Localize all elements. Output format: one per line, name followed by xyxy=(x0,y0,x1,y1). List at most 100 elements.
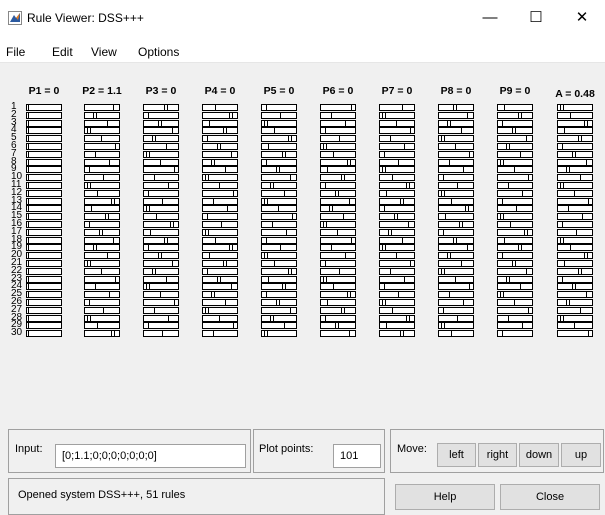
rule-cell[interactable] xyxy=(143,228,179,236)
rule-cell[interactable] xyxy=(84,205,120,213)
rule-cell[interactable] xyxy=(261,135,297,143)
rule-cell[interactable] xyxy=(26,283,62,291)
help-button[interactable]: Help xyxy=(395,484,495,510)
rule-cell[interactable] xyxy=(261,252,297,260)
rule-cell[interactable] xyxy=(557,306,593,314)
rule-cell[interactable] xyxy=(84,322,120,330)
rule-cell[interactable] xyxy=(84,127,120,135)
rule-cell[interactable] xyxy=(202,182,238,189)
maximize-button[interactable]: ☐ xyxy=(513,0,559,34)
rule-cell[interactable] xyxy=(202,252,238,260)
rule-cell[interactable] xyxy=(320,189,356,197)
rule-cell[interactable] xyxy=(320,306,356,314)
rule-cell[interactable] xyxy=(84,197,120,205)
rule-cell[interactable] xyxy=(26,143,62,150)
rule-cell[interactable] xyxy=(143,291,179,299)
rule-cell[interactable] xyxy=(557,182,593,189)
rule-cell[interactable] xyxy=(438,330,474,338)
rule-cell[interactable] xyxy=(497,267,533,275)
rule-cell[interactable] xyxy=(143,314,179,322)
rule-cell[interactable] xyxy=(26,228,62,236)
rule-cell[interactable] xyxy=(379,119,415,127)
rule-cell[interactable] xyxy=(26,166,62,174)
rule-cell[interactable] xyxy=(26,119,62,127)
rule-cell[interactable] xyxy=(497,182,533,189)
rule-cell[interactable] xyxy=(557,299,593,306)
rule-cell[interactable] xyxy=(320,166,356,174)
rule-cell[interactable] xyxy=(438,127,474,135)
rule-cell[interactable] xyxy=(557,127,593,135)
rule-cell[interactable] xyxy=(438,197,474,205)
rule-cell[interactable] xyxy=(84,244,120,252)
rule-cell[interactable] xyxy=(379,221,415,228)
rule-cell[interactable] xyxy=(26,275,62,283)
rule-cell[interactable] xyxy=(379,205,415,213)
rule-cell[interactable] xyxy=(143,260,179,267)
rule-cell[interactable] xyxy=(143,221,179,228)
rule-cell[interactable] xyxy=(261,182,297,189)
rule-cell[interactable] xyxy=(143,135,179,143)
rule-cell[interactable] xyxy=(202,275,238,283)
rule-cell[interactable] xyxy=(84,213,120,221)
rule-cell[interactable] xyxy=(202,104,238,111)
rule-cell[interactable] xyxy=(497,322,533,330)
rule-cell[interactable] xyxy=(202,244,238,252)
rule-cell[interactable] xyxy=(438,213,474,221)
rule-cell[interactable] xyxy=(557,283,593,291)
rule-cell[interactable] xyxy=(320,119,356,127)
rule-cell[interactable] xyxy=(261,236,297,244)
rule-cell[interactable] xyxy=(379,174,415,182)
menu-file[interactable]: File xyxy=(6,45,25,59)
rule-cell[interactable] xyxy=(497,306,533,314)
rule-cell[interactable] xyxy=(202,314,238,322)
rule-cell[interactable] xyxy=(497,111,533,119)
rule-cell[interactable] xyxy=(202,221,238,228)
rule-cell[interactable] xyxy=(143,127,179,135)
rule-cell[interactable] xyxy=(557,228,593,236)
rule-cell[interactable] xyxy=(26,299,62,306)
minimize-button[interactable]: — xyxy=(467,0,513,34)
rule-cell[interactable] xyxy=(261,150,297,158)
rule-cell[interactable] xyxy=(497,330,533,338)
rule-cell[interactable] xyxy=(379,104,415,111)
rule-cell[interactable] xyxy=(26,182,62,189)
rule-cell[interactable] xyxy=(438,306,474,314)
rule-cell[interactable] xyxy=(557,135,593,143)
rule-cell[interactable] xyxy=(143,158,179,166)
rule-cell[interactable] xyxy=(497,174,533,182)
rule-cell[interactable] xyxy=(438,119,474,127)
rule-cell[interactable] xyxy=(379,213,415,221)
rule-cell[interactable] xyxy=(26,158,62,166)
rule-cell[interactable] xyxy=(320,244,356,252)
rule-cell[interactable] xyxy=(261,260,297,267)
rule-cell[interactable] xyxy=(143,205,179,213)
rule-cell[interactable] xyxy=(202,166,238,174)
rule-cell[interactable] xyxy=(438,260,474,267)
rule-cell[interactable] xyxy=(320,275,356,283)
rule-cell[interactable] xyxy=(143,213,179,221)
rule-cell[interactable] xyxy=(202,267,238,275)
rule-cell[interactable] xyxy=(26,244,62,252)
rule-cell[interactable] xyxy=(320,143,356,150)
rule-cell[interactable] xyxy=(143,150,179,158)
rule-cell[interactable] xyxy=(202,135,238,143)
rule-cell[interactable] xyxy=(320,299,356,306)
rule-cell[interactable] xyxy=(26,150,62,158)
rule-cell[interactable] xyxy=(557,267,593,275)
rule-cell[interactable] xyxy=(320,252,356,260)
rule-cell[interactable] xyxy=(379,244,415,252)
rule-cell[interactable] xyxy=(379,135,415,143)
rule-cell[interactable] xyxy=(202,306,238,314)
rule-cell[interactable] xyxy=(497,244,533,252)
rule-cell[interactable] xyxy=(261,127,297,135)
rule-cell[interactable] xyxy=(557,205,593,213)
rule-cell[interactable] xyxy=(261,330,297,338)
rule-panel[interactable]: P1 = 0 P2 = 1.1 P3 = 0 P4 = 0 P5 = 0 P6 = 0 P7… xyxy=(0,63,605,428)
rule-cell[interactable] xyxy=(497,205,533,213)
rule-cell[interactable] xyxy=(26,213,62,221)
rule-cell[interactable] xyxy=(261,244,297,252)
rule-cell[interactable] xyxy=(320,221,356,228)
rule-cell[interactable] xyxy=(202,299,238,306)
rule-cell[interactable] xyxy=(379,197,415,205)
input-field[interactable]: [0;1.1;0;0;0;0;0;0;0] xyxy=(55,444,246,468)
